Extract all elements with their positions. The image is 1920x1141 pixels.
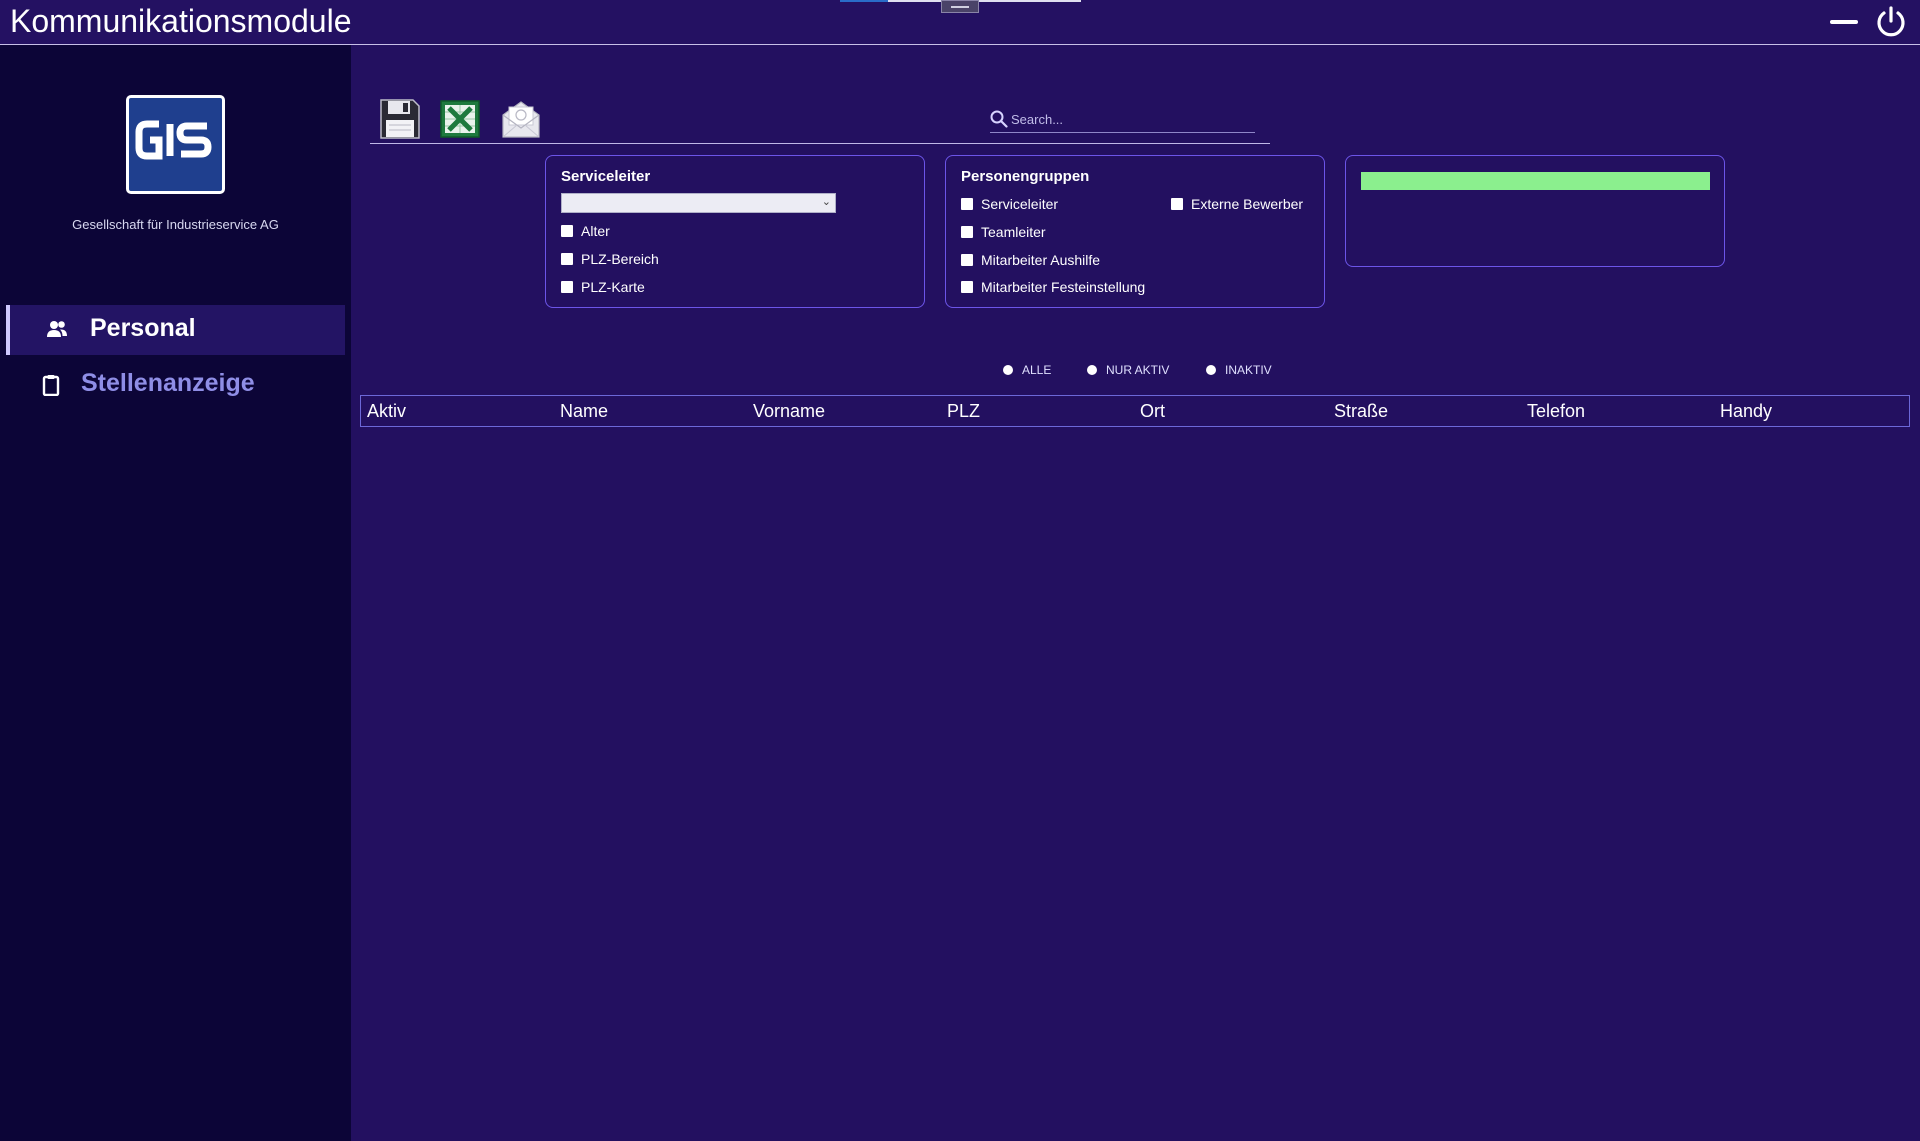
mail-icon[interactable] <box>500 98 542 140</box>
checkbox-box[interactable] <box>561 281 573 293</box>
title-bar: Kommunikationsmodule <box>0 0 1920 45</box>
sidebar-item-label: Personal <box>90 314 196 342</box>
column-header-name[interactable]: Name <box>560 401 608 422</box>
radio-dot[interactable] <box>1206 365 1216 375</box>
checkbox-box[interactable] <box>961 198 973 210</box>
checkbox-label: Serviceleiter <box>981 196 1059 212</box>
drag-handle[interactable] <box>941 0 979 13</box>
checkbox-label: Alter <box>581 223 610 239</box>
chevron-down-icon: ⌄ <box>821 196 831 208</box>
checkbox-box[interactable] <box>1171 198 1183 210</box>
column-header-strasse[interactable]: Straße <box>1334 401 1388 422</box>
table-header: Aktiv Name Vorname PLZ Ort Straße Telefo… <box>360 395 1910 427</box>
checkbox-label: Externe Bewerber <box>1191 196 1304 212</box>
column-header-vorname[interactable]: Vorname <box>753 401 825 422</box>
checkbox-label: Mitarbeiter Festeinstellung <box>981 279 1146 295</box>
panel-title: Serviceleiter <box>561 168 651 185</box>
column-header-ort[interactable]: Ort <box>1140 401 1165 422</box>
personengruppen-panel: Personengruppen Serviceleiter Teamleiter… <box>945 155 1325 308</box>
radio-dot[interactable] <box>1087 365 1097 375</box>
radio-label: INAKTIV <box>1225 363 1272 377</box>
checkbox-label: Mitarbeiter Aushilfe <box>981 252 1101 268</box>
column-header-handy[interactable]: Handy <box>1720 401 1772 422</box>
company-logo <box>126 95 225 194</box>
sidebar: Gesellschaft für Industrieservice AG <box>0 45 351 1141</box>
checkbox-box[interactable] <box>561 225 573 237</box>
column-header-telefon[interactable]: Telefon <box>1527 401 1585 422</box>
checkbox-box[interactable] <box>961 281 973 293</box>
status-panel <box>1345 155 1725 267</box>
radio-label: NUR AKTIV <box>1106 363 1170 377</box>
toolbar-divider <box>370 143 1270 144</box>
sidebar-item-personal[interactable]: Personal <box>6 305 345 355</box>
clipboard-icon <box>42 375 60 396</box>
sidebar-item-label: Stellenanzeige <box>81 369 255 397</box>
checkbox-label: PLZ-Bereich <box>581 251 659 267</box>
search-box[interactable] <box>990 108 1255 133</box>
checkbox-box[interactable] <box>961 226 973 238</box>
column-header-plz[interactable]: PLZ <box>947 401 980 422</box>
search-input[interactable] <box>1011 109 1246 129</box>
company-name: Gesellschaft für Industrieservice AG <box>72 217 279 232</box>
people-icon <box>47 321 67 337</box>
checkbox-label: PLZ-Karte <box>581 279 645 295</box>
app-title: Kommunikationsmodule <box>10 3 352 39</box>
minimize-icon[interactable] <box>1830 20 1858 24</box>
checkbox-label: Teamleiter <box>981 224 1046 240</box>
checkbox-box[interactable] <box>561 253 573 265</box>
panel-title: Personengruppen <box>961 168 1090 185</box>
search-icon <box>990 110 1008 128</box>
serviceleiter-select[interactable]: ⌄ <box>561 193 836 213</box>
serviceleiter-panel: Serviceleiter ⌄ Alter PLZ-Bereich PLZ-Ka… <box>545 155 925 308</box>
top-indicator <box>840 0 888 2</box>
excel-icon[interactable] <box>439 98 481 140</box>
status-bar <box>1361 172 1710 190</box>
radio-label: ALLE <box>1022 363 1052 377</box>
top-indicator-line <box>888 0 1081 2</box>
radio-dot[interactable] <box>1003 365 1013 375</box>
save-icon[interactable] <box>379 98 421 140</box>
checkbox-box[interactable] <box>961 254 973 266</box>
power-icon[interactable] <box>1874 5 1908 39</box>
column-header-aktiv[interactable]: Aktiv <box>367 401 406 422</box>
sidebar-item-stellenanzeige[interactable]: Stellenanzeige <box>6 360 345 410</box>
